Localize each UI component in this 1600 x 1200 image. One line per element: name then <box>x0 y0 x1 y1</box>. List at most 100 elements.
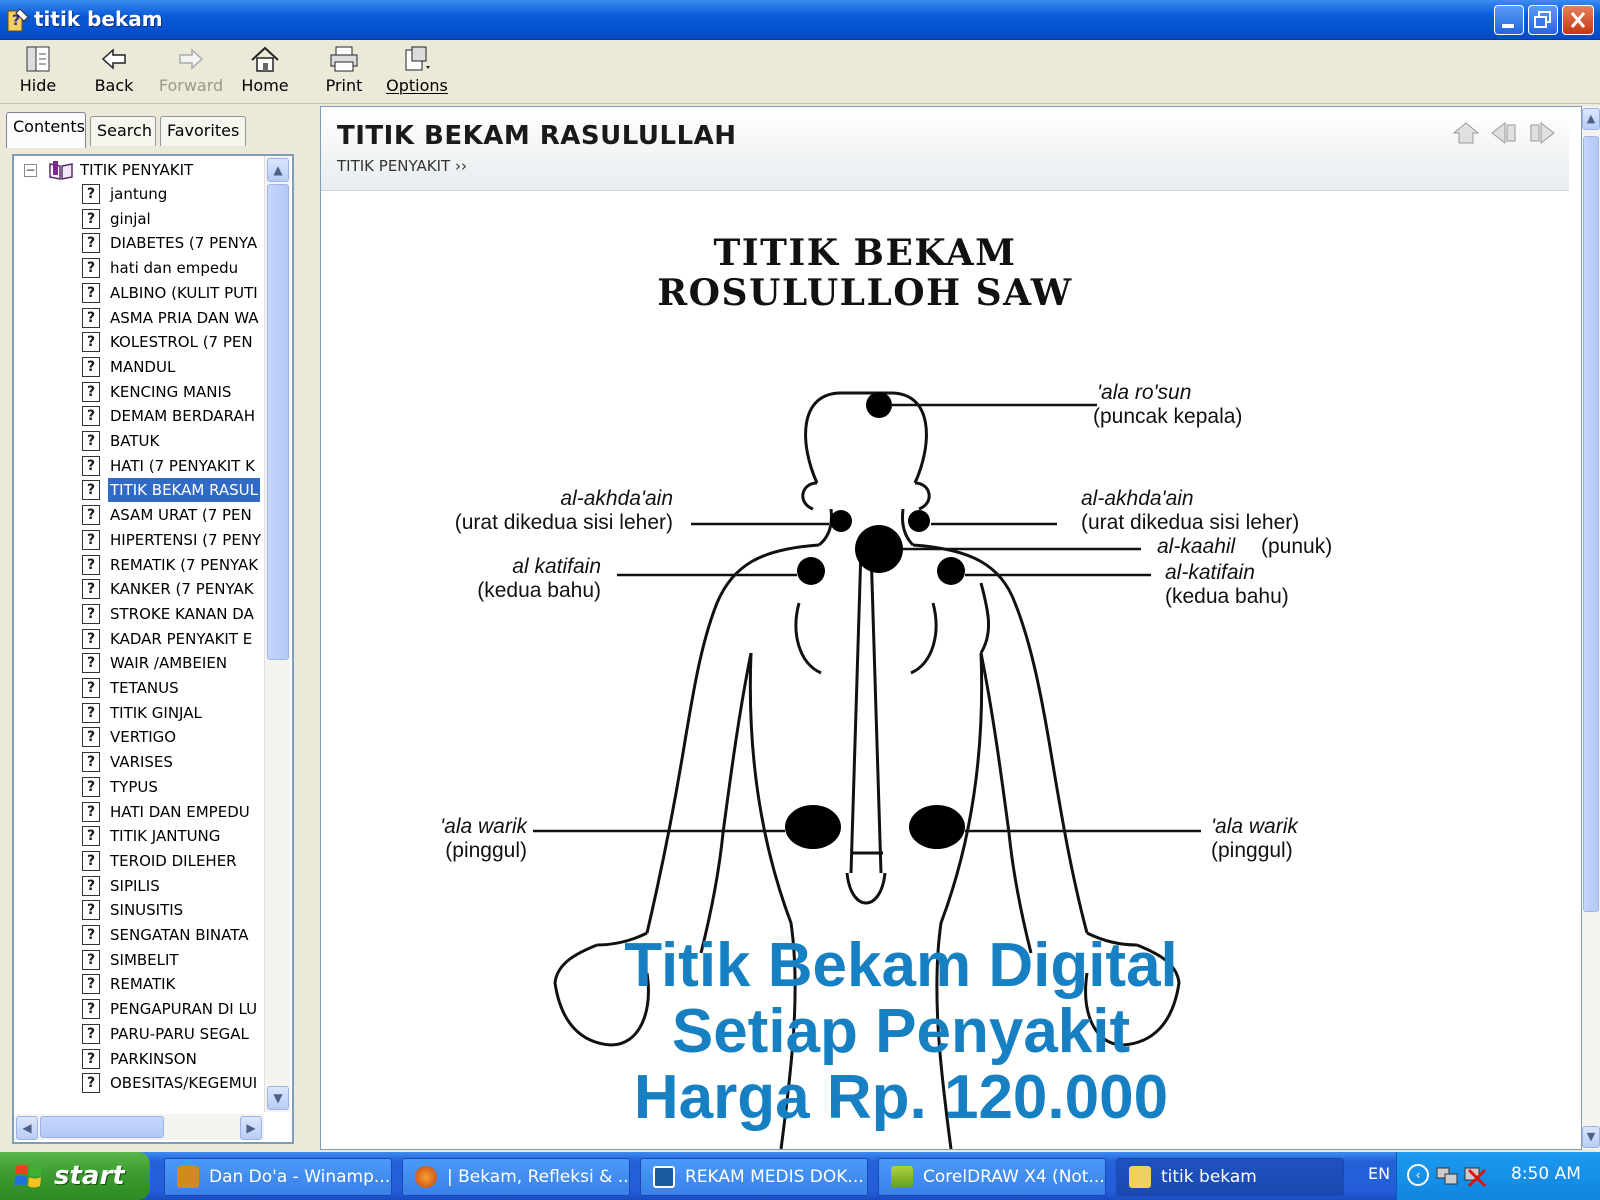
tree-item[interactable]: ? PARKINSON <box>14 1047 264 1071</box>
network-icon[interactable] <box>1435 1164 1459 1188</box>
hscroll-thumb[interactable] <box>40 1116 164 1138</box>
tree-item[interactable]: ? ALBINO (KULIT PUTI <box>14 281 264 305</box>
scroll-right-button[interactable]: ▶ <box>240 1116 262 1140</box>
restore-button[interactable] <box>1528 5 1558 35</box>
content-scroll-up-button[interactable]: ▲ <box>1582 108 1600 130</box>
tab-favorites[interactable]: Favorites <box>160 116 246 146</box>
collapse-toggle-icon[interactable]: − <box>24 164 37 177</box>
tree-item[interactable]: ? DEMAM BERDARAH <box>14 404 264 428</box>
tree-item[interactable]: ? ginjal <box>14 207 264 231</box>
tree-item[interactable]: ? hati dan empedu <box>14 256 264 280</box>
tree-item[interactable]: ? KOLESTROL (7 PEN <box>14 330 264 354</box>
tree-item[interactable]: ? VERTIGO <box>14 725 264 749</box>
close-button[interactable] <box>1562 5 1594 35</box>
tree-item[interactable]: ? OBESITAS/KEGEMUI <box>14 1071 264 1095</box>
scroll-thumb[interactable] <box>267 184 289 660</box>
tree-item[interactable]: ? SENGATAN BINATA <box>14 923 264 947</box>
tree-item[interactable]: ? TITIK BEKAM RASUL <box>14 477 264 504</box>
clock[interactable]: 8:50 AM <box>1511 1164 1581 1184</box>
taskbar-item-firefox[interactable]: | Bekam, Refleksi & ... <box>402 1158 630 1196</box>
promo-line-1: Titik Bekam Digital <box>624 931 1178 1000</box>
tree-vertical-scrollbar[interactable]: ▲ ▼ <box>264 156 290 1112</box>
taskbar-item-label: CorelDRAW X4 (Not... <box>923 1167 1105 1187</box>
tree-item[interactable]: ? PARU-PARU SEGAL <box>14 1022 264 1046</box>
next-topic-icon[interactable] <box>1527 119 1557 147</box>
tree-item[interactable]: ? SIPILIS <box>14 874 264 898</box>
help-window: ? titik bekam Hide Back Forward Home Pri… <box>0 0 1600 1200</box>
forward-button[interactable]: Forward <box>158 44 224 100</box>
page-title: TITIK BEKAM RASULULLAH <box>337 121 737 151</box>
tree-item[interactable]: ? PENGAPURAN DI LU <box>14 997 264 1021</box>
taskbar-item-winamp[interactable]: Dan Do'a - Winamp... <box>164 1158 392 1196</box>
tree-item[interactable]: ? SIMBELIT <box>14 948 264 972</box>
tab-search[interactable]: Search <box>90 116 156 146</box>
scroll-left-button[interactable]: ◀ <box>16 1116 38 1140</box>
tree-item[interactable]: ? STROKE KANAN DA <box>14 602 264 626</box>
options-button[interactable]: Options <box>386 44 448 100</box>
help-topic-icon: ? <box>82 208 100 229</box>
tree-item[interactable]: ? VARISES <box>14 750 264 774</box>
tree-item[interactable]: ? REMATIK (7 PENYAK <box>14 553 264 577</box>
tree-item[interactable]: ? TETANUS <box>14 676 264 700</box>
tree-item-label: HIPERTENSI (7 PENY <box>110 530 262 549</box>
cupping-points <box>785 392 965 849</box>
tree-item[interactable]: ? TYPUS <box>14 775 264 799</box>
help-topic-icon: ? <box>82 603 100 624</box>
pane-splitter[interactable] <box>306 106 320 1150</box>
start-button[interactable]: start <box>0 1152 150 1200</box>
title-bar[interactable]: ? titik bekam <box>0 0 1600 40</box>
taskbar-item-rekam-medis[interactable]: REKAM MEDIS DOK... <box>640 1158 868 1196</box>
tree-item[interactable]: ? HATI (7 PENYAKIT K <box>14 454 264 478</box>
tree-item[interactable]: ? ASMA PRIA DAN WA <box>14 306 264 330</box>
close-icon <box>1570 12 1586 28</box>
tree-item[interactable]: ? KANKER (7 PENYAK <box>14 577 264 601</box>
help-topic-icon: ? <box>82 875 100 896</box>
tree-item[interactable]: ? HIPERTENSI (7 PENY <box>14 528 264 552</box>
content-scroll-down-button[interactable]: ▼ <box>1582 1126 1600 1148</box>
language-indicator[interactable]: EN <box>1368 1164 1390 1183</box>
minimize-button[interactable] <box>1494 5 1524 35</box>
print-button[interactable]: Print <box>320 44 368 100</box>
tree-item[interactable]: ? TITIK GINJAL <box>14 701 264 725</box>
tree-item[interactable]: ? WAIR /AMBEIEN <box>14 651 264 675</box>
tree-item[interactable]: ? TEROID DILEHER <box>14 849 264 873</box>
promo-line-3: Harga Rp. 120.000 <box>633 1063 1169 1132</box>
topic-home-icon[interactable] <box>1451 119 1481 147</box>
tree-item[interactable]: ? MANDUL <box>14 355 264 379</box>
point-neck-left <box>830 510 852 532</box>
tab-contents[interactable]: Contents <box>6 112 86 148</box>
tree-item-label: VERTIGO <box>110 728 177 747</box>
tree-item[interactable]: ? SINUSITIS <box>14 898 264 922</box>
tree-item-label: ginjal <box>110 209 151 228</box>
tree-item[interactable]: ? BATUK <box>14 429 264 453</box>
content-scroll-thumb[interactable] <box>1583 136 1599 912</box>
label-pinggul-left: (pinggul) <box>445 839 527 862</box>
taskbar-item-label: | Bekam, Refleksi & ... <box>447 1167 630 1187</box>
hide-button[interactable]: Hide <box>14 44 62 100</box>
taskbar-item-coreldraw[interactable]: CorelDRAW X4 (Not... <box>878 1158 1106 1196</box>
tree-root[interactable]: − TITIK PENYAKIT <box>14 158 264 182</box>
scroll-down-button[interactable]: ▼ <box>267 1086 289 1110</box>
tree-item[interactable]: ? KADAR PENYAKIT E <box>14 627 264 651</box>
content-vertical-scrollbar[interactable]: ▲ ▼ <box>1582 106 1600 1150</box>
tree-item[interactable]: ? KENCING MANIS <box>14 380 264 404</box>
show-hidden-icons-button[interactable]: ‹ <box>1407 1164 1429 1186</box>
previous-topic-icon[interactable] <box>1489 119 1519 147</box>
tree-item[interactable]: ? REMATIK <box>14 972 264 996</box>
scroll-up-button[interactable]: ▲ <box>267 158 289 182</box>
tree-item[interactable]: ? HATI DAN EMPEDU <box>14 800 264 824</box>
tree-item[interactable]: ? ASAM URAT (7 PEN <box>14 503 264 527</box>
label-urat-leher-left: (urat dikedua sisi leher) <box>455 511 673 534</box>
contents-tree[interactable]: − TITIK PENYAKIT ? jantung? ginjal ? DIABETE… <box>12 154 294 1144</box>
help-topic-icon: ? <box>82 752 100 773</box>
breadcrumb[interactable]: TITIK PENYAKIT ›› <box>337 157 467 175</box>
tree-item[interactable]: ? TITIK JANTUNG <box>14 824 264 848</box>
taskbar-item-titik-bekam[interactable]: titik bekam <box>1116 1158 1344 1196</box>
network-disconnected-icon[interactable] <box>1463 1164 1487 1188</box>
tree-item[interactable]: ? DIABETES (7 PENYA <box>14 231 264 255</box>
home-button[interactable]: Home <box>240 44 290 100</box>
tree-item[interactable]: ? jantung <box>14 182 264 206</box>
chevron-down-icon: ▼ <box>1586 1130 1596 1143</box>
tree-horizontal-scrollbar[interactable]: ◀ ▶ <box>14 1114 264 1140</box>
back-button[interactable]: Back <box>90 44 138 100</box>
